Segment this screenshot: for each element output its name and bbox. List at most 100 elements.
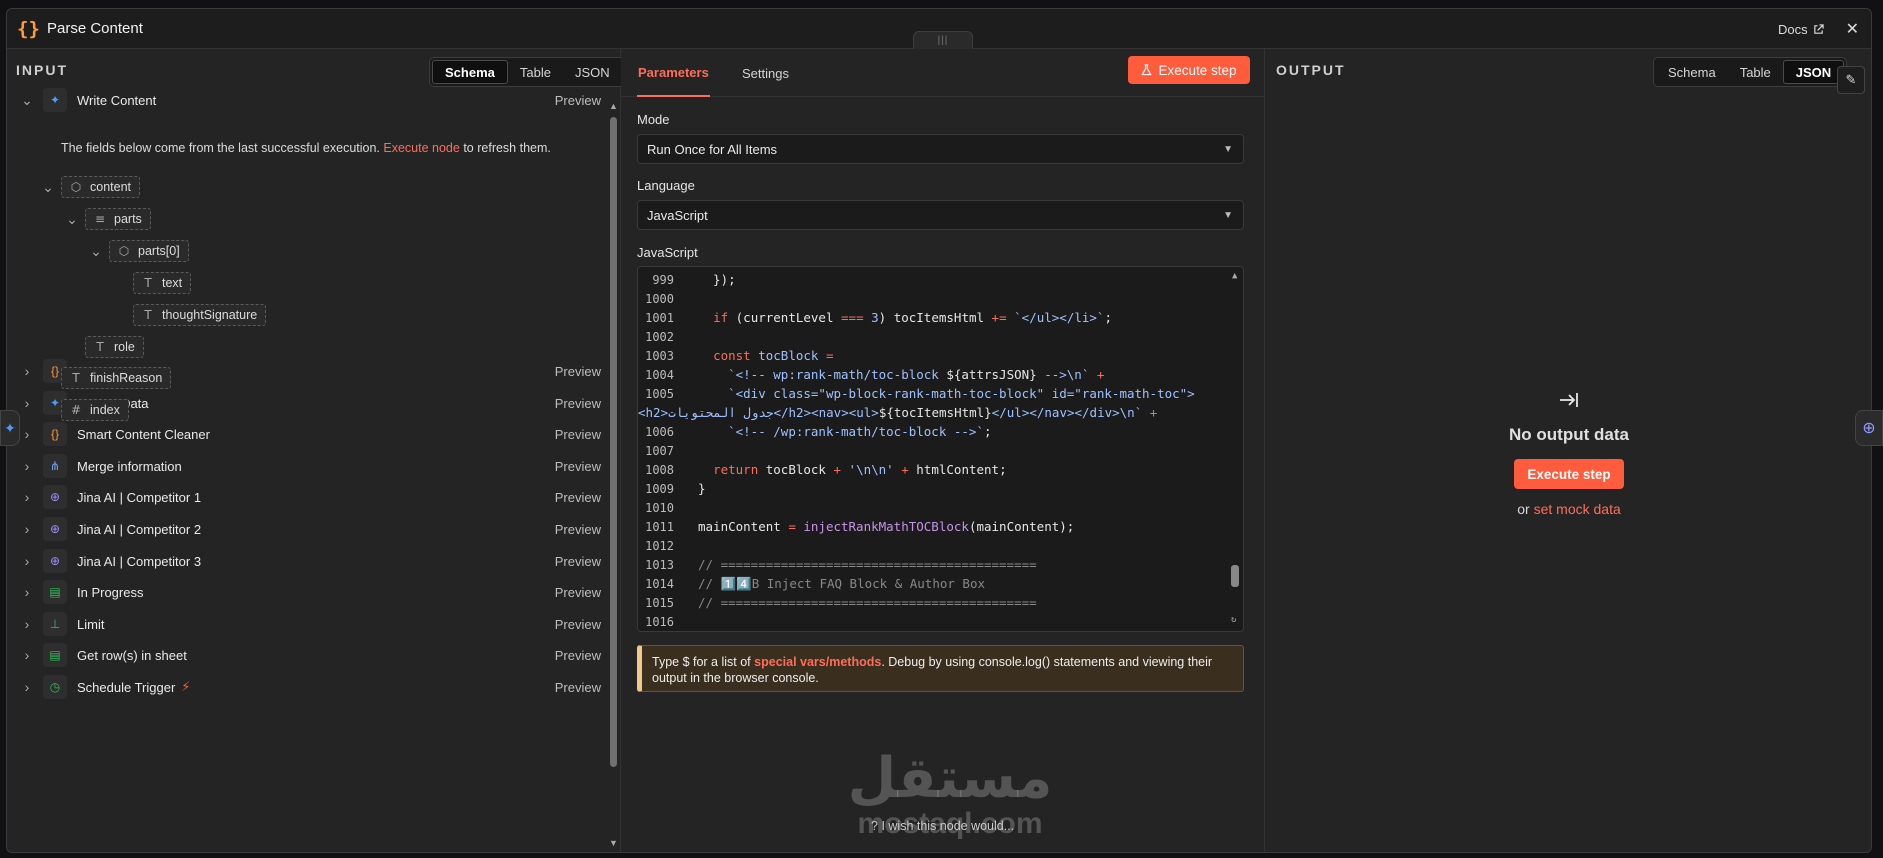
scroll-thumb[interactable] (610, 117, 617, 767)
schema-field[interactable]: ⌄ ⬡ content (41, 176, 141, 198)
chevron-right-icon[interactable]: › (21, 679, 33, 695)
chevron-down-icon[interactable]: ⌄ (89, 243, 103, 260)
node-name[interactable]: Jina AI | Competitor 3 (77, 554, 201, 569)
preview-link[interactable]: Preview (555, 585, 601, 600)
input-node-row[interactable]: › ◷ Schedule Trigger ⚡ Preview (7, 672, 607, 702)
node-name[interactable]: Get row(s) in sheet (77, 648, 187, 663)
node-name[interactable]: Limit (77, 617, 104, 632)
side-toggle-left[interactable]: ✦ (0, 410, 20, 446)
code-scroll-thumb[interactable] (1231, 565, 1239, 587)
chevron-down-icon[interactable]: ⌄ (41, 179, 55, 196)
language-select[interactable]: JavaScript ▼ (637, 200, 1244, 230)
docs-label[interactable]: Docs (1778, 22, 1808, 37)
code-text[interactable]: `<!-- wp:rank-math/toc-block ${attrsJSON… (698, 367, 1104, 382)
preview-link[interactable]: Preview (555, 396, 601, 411)
tab-settings[interactable]: Settings (742, 49, 789, 97)
scroll-up-icon[interactable]: ▲ (1232, 271, 1237, 281)
code-text[interactable]: // 1️⃣4️⃣B Inject FAQ Block & Author Box (698, 576, 985, 592)
docs-link[interactable]: Docs (1778, 22, 1824, 37)
schema-pill-string[interactable]: TfinishReason (61, 367, 172, 389)
schema-pill-number[interactable]: # index (61, 399, 129, 421)
chevron-right-icon[interactable]: › (21, 489, 33, 505)
edit-output-button[interactable]: ✎ (1837, 66, 1865, 94)
mode-select[interactable]: Run Once for All Items ▼ (637, 134, 1244, 164)
schema-field[interactable]: Trole (65, 336, 144, 358)
preview-link[interactable]: Preview (555, 617, 601, 632)
preview-link[interactable]: Preview (555, 522, 601, 537)
output-tab-json[interactable]: JSON (1782, 60, 1845, 84)
schema-pill-object[interactable]: ⬡ parts[0] (109, 240, 189, 262)
input-tab-table[interactable]: Table (508, 60, 563, 84)
preview-link[interactable]: Preview (555, 648, 601, 663)
preview-link[interactable]: Preview (555, 680, 601, 695)
code-text[interactable]: <h2>جدول المحتويات</h2><nav><ul>${tocIte… (638, 405, 1157, 420)
schema-field[interactable]: # index (41, 399, 129, 421)
output-tab-schema[interactable]: Schema (1656, 60, 1728, 84)
input-node-row[interactable]: › {} Smart Content Cleaner Preview (7, 419, 607, 449)
chevron-right-icon[interactable]: › (21, 584, 33, 600)
input-node-row[interactable]: › ⊕ Jina AI | Competitor 1 Preview (7, 482, 607, 512)
input-node-row[interactable]: › ▤ In Progress Preview (7, 577, 607, 607)
node-name[interactable]: Schedule Trigger (77, 680, 175, 695)
preview-link[interactable]: Preview (555, 364, 601, 379)
schema-field[interactable]: Ttext (113, 272, 192, 294)
preview-link[interactable]: Preview (555, 554, 601, 569)
node-name[interactable]: Jina AI | Competitor 2 (77, 522, 201, 537)
schema-field[interactable]: TthoughtSignature (113, 304, 267, 326)
tab-parameters[interactable]: Parameters (637, 49, 710, 97)
input-node-row[interactable]: › ▤ Get row(s) in sheet Preview (7, 640, 607, 670)
chevron-right-icon[interactable]: › (21, 553, 33, 569)
schema-field[interactable]: TfinishReason (41, 367, 172, 389)
code-scrollbar[interactable]: ▲ ↻ (1229, 267, 1243, 631)
chevron-down-icon[interactable]: ⌄ (65, 211, 79, 228)
code-text[interactable]: } (698, 481, 706, 496)
execute-step-button[interactable]: Execute step (1128, 56, 1250, 84)
schema-pill-string[interactable]: Trole (85, 336, 144, 358)
schema-pill-string[interactable]: TthoughtSignature (133, 304, 267, 326)
code-text[interactable]: return tocBlock + '\n\n' + htmlContent; (698, 462, 1007, 477)
node-name[interactable]: Jina AI | Competitor 1 (77, 490, 201, 505)
preview-link[interactable]: Preview (555, 427, 601, 442)
schema-field[interactable]: ⌄ ⬡ parts[0] (89, 240, 189, 262)
code-text[interactable]: // =====================================… (698, 557, 1037, 572)
code-text[interactable]: // =====================================… (698, 595, 1037, 610)
input-tab-json[interactable]: JSON (563, 60, 622, 84)
input-node-row[interactable]: › ⊕ Jina AI | Competitor 2 Preview (7, 514, 607, 544)
preview-link[interactable]: Preview (555, 93, 601, 108)
node-name[interactable]: In Progress (77, 585, 143, 600)
reset-icon[interactable]: ↻ (1231, 615, 1236, 625)
set-mock-data-link[interactable]: set mock data (1534, 501, 1621, 517)
node-title[interactable]: Parse Content (47, 20, 143, 37)
close-button[interactable]: ✕ (1846, 19, 1859, 39)
code-text[interactable]: mainContent = injectRankMathTOCBlock(mai… (698, 519, 1074, 534)
feedback-link[interactable]: ? I wish this node would... (871, 819, 1014, 833)
code-editor[interactable]: 999 }); 1000 1001 if (currentLevel === 3) … (637, 266, 1244, 632)
schema-pill-array[interactable]: ≡ parts (85, 208, 151, 230)
drag-handle[interactable]: ||| (913, 31, 973, 49)
input-node-row[interactable]: › ⊥ Limit Preview (7, 609, 607, 639)
chevron-right-icon[interactable]: › (21, 647, 33, 663)
preview-link[interactable]: Preview (555, 459, 601, 474)
code-text[interactable]: if (currentLevel === 3) tocItemsHtml += … (698, 310, 1112, 325)
chevron-right-icon[interactable]: › (21, 521, 33, 537)
code-text[interactable]: const tocBlock = (698, 348, 833, 363)
preview-link[interactable]: Preview (555, 490, 601, 505)
input-node-row[interactable]: › ⊕ Jina AI | Competitor 3 Preview (7, 546, 607, 576)
chevron-right-icon[interactable]: › (21, 458, 33, 474)
node-name[interactable]: Smart Content Cleaner (77, 427, 210, 442)
scroll-up-icon[interactable]: ▲ (609, 101, 618, 111)
input-scrollbar[interactable]: ▲ ▼ (607, 101, 619, 849)
special-vars-link[interactable]: special vars/methods (754, 655, 881, 669)
output-tab-table[interactable]: Table (1728, 60, 1783, 84)
node-name[interactable]: Merge information (77, 459, 182, 474)
chevron-down-icon[interactable]: ⌄ (21, 92, 33, 109)
chevron-right-icon[interactable]: › (21, 395, 33, 411)
code-text[interactable]: `<!-- /wp:rank-math/toc-block -->`; (698, 424, 991, 439)
code-text[interactable]: }); (698, 272, 736, 287)
schema-pill-string[interactable]: Ttext (133, 272, 192, 294)
code-text[interactable]: `<div class="wp-block-rank-math-toc-bloc… (698, 386, 1195, 401)
execute-node-link[interactable]: Execute node (383, 141, 459, 155)
side-toggle-right[interactable]: ⊕ (1855, 410, 1883, 446)
chevron-right-icon[interactable]: › (21, 426, 33, 442)
input-node-row[interactable]: ⌄ ✦ Write Content Preview (7, 85, 607, 115)
